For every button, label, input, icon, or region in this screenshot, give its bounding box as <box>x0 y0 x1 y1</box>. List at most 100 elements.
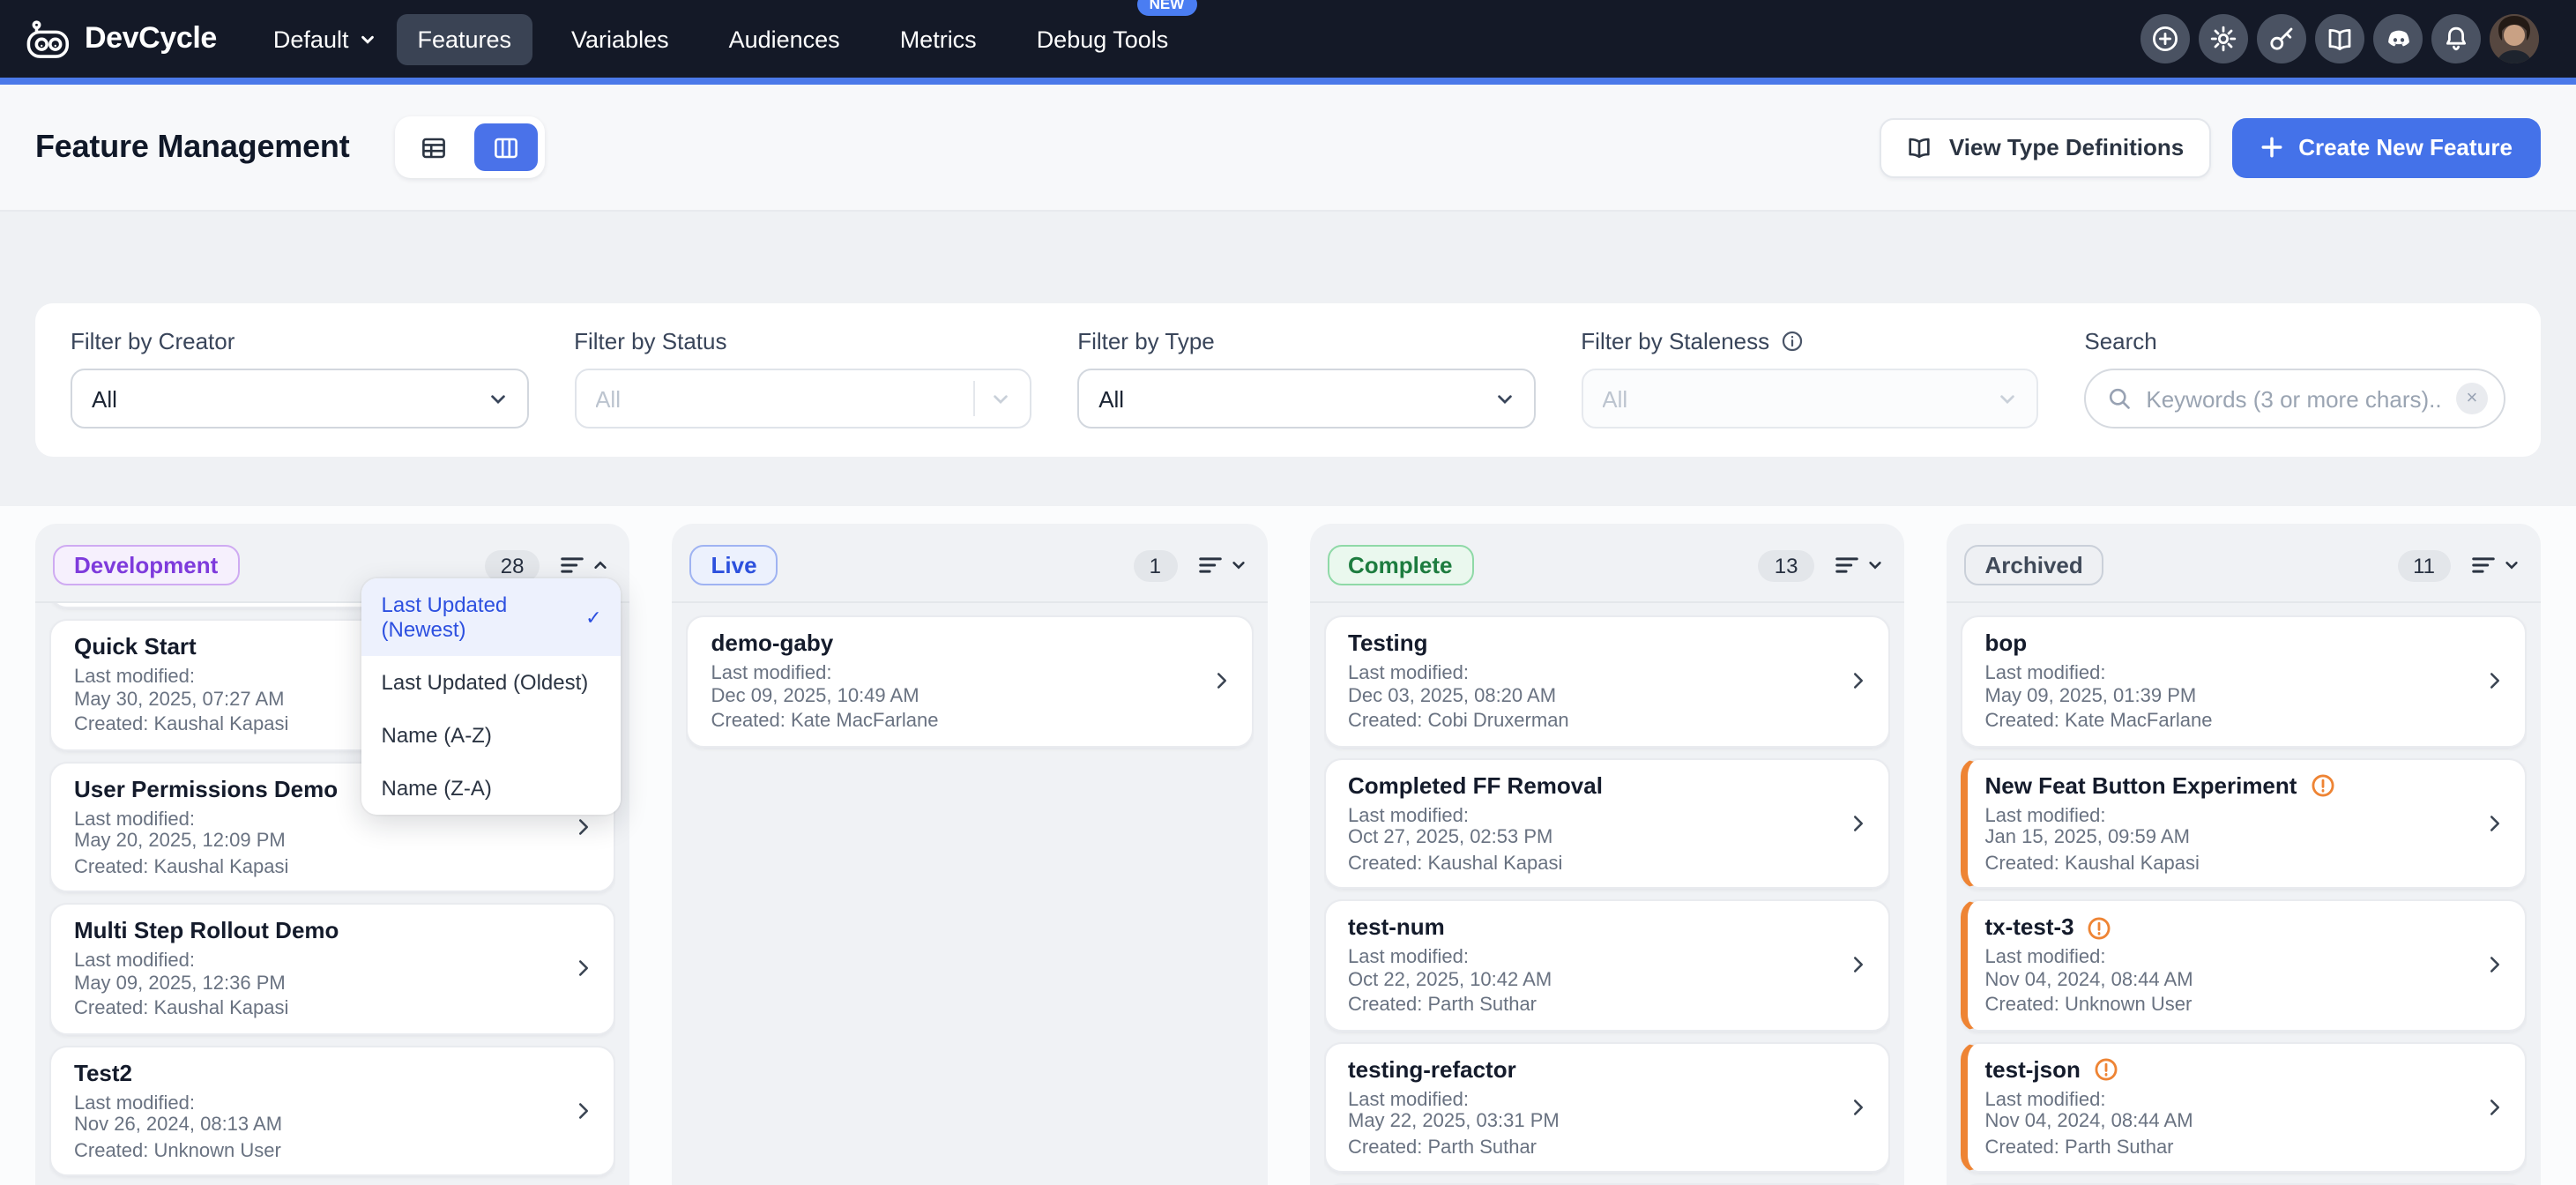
last-modified-label: Last modified: <box>1348 947 1835 969</box>
header-actions: View Type Definitions Create New Feature <box>1880 117 2541 177</box>
stale-warning-icon <box>2309 772 2335 799</box>
search-field: × <box>2084 369 2505 429</box>
sort-option-name-a-z[interactable]: Name (A-Z) <box>362 709 622 762</box>
view-toggle <box>396 116 546 178</box>
feature-card-title: User Permissions Demo <box>74 775 338 803</box>
feature-card[interactable]: bopLast modified:May 09, 2025, 01:39 PMC… <box>1961 615 2528 747</box>
sort-option-last-updated-oldest[interactable]: Last Updated (Oldest) <box>362 656 622 709</box>
last-modified-label: Last modified: <box>1348 663 1835 685</box>
created-by: Created: Unknown User <box>1985 995 2473 1017</box>
bell-icon[interactable] <box>2431 14 2481 63</box>
feature-card[interactable]: tx-test-3Last modified:Nov 04, 2024, 08:… <box>1961 899 2528 1031</box>
feature-card-title-row: Multi Step Rollout Demo <box>74 917 562 945</box>
user-avatar[interactable] <box>2490 14 2539 63</box>
gear-icon[interactable] <box>2199 14 2248 63</box>
filter-status-select[interactable]: All <box>574 369 1031 429</box>
status-badge: Live <box>690 545 778 585</box>
feature-card[interactable]: Multi Step Rollout DemoLast modified:May… <box>49 903 616 1034</box>
feature-card[interactable]: test-numLast modified:Oct 22, 2025, 10:4… <box>1323 899 1890 1031</box>
info-icon[interactable] <box>1780 330 1803 353</box>
plus-circle-icon[interactable] <box>2140 14 2190 63</box>
sort-lines-icon <box>560 552 586 578</box>
view-type-definitions-label: View Type Definitions <box>1949 134 2184 160</box>
nav-item-variables[interactable]: Variables <box>550 13 690 64</box>
nav-item-audiences[interactable]: Audiences <box>708 13 861 64</box>
book-icon <box>1907 134 1933 160</box>
page-header: Feature Management View Type Definitions <box>0 85 2576 212</box>
last-modified-date: Oct 27, 2025, 02:53 PM <box>1348 827 1835 849</box>
clear-search-icon[interactable]: × <box>2456 383 2488 414</box>
sort-option-label: Last Updated (Newest) <box>382 592 574 642</box>
project-selector-label: Default <box>273 26 349 52</box>
brand-name: DevCycle <box>85 21 217 56</box>
chevron-right-icon <box>2484 1097 2505 1118</box>
column-header: Live 1 <box>687 538 1254 601</box>
last-modified-date: May 20, 2025, 12:09 PM <box>74 831 562 853</box>
filter-status-value: All <box>595 385 621 412</box>
column-card-list: TestingLast modified:Dec 03, 2025, 08:20… <box>1323 603 1890 1185</box>
discord-icon[interactable] <box>2373 14 2423 63</box>
chevron-up-icon <box>593 557 609 573</box>
nav-item-features[interactable]: Features <box>396 13 532 64</box>
created-by: Created: Kate MacFarlane <box>711 711 1199 733</box>
select-divider <box>973 381 975 416</box>
accent-bar <box>0 78 2576 85</box>
created-by: Created: Parth Suthar <box>1348 1137 1835 1159</box>
search-label: Search <box>2084 328 2505 354</box>
app-root: DevCycle Default Features Variables Audien… <box>0 0 2576 1185</box>
feature-card[interactable]: demo-gabyLast modified:Dec 09, 2025, 10:… <box>687 615 1254 747</box>
book-icon[interactable] <box>2315 14 2364 63</box>
kanban-view-button[interactable] <box>475 123 539 171</box>
key-icon[interactable] <box>2257 14 2306 63</box>
sort-button[interactable] <box>556 548 613 582</box>
created-by: Created: Parth Suthar <box>1348 995 1835 1017</box>
feature-card[interactable]: New Feat Button Experiment Last modified:… <box>1961 757 2528 889</box>
feature-card-title-row: New Feat Button Experiment <box>1985 771 2473 800</box>
column-card-list: bopLast modified:May 09, 2025, 01:39 PMC… <box>1961 603 2528 1185</box>
filter-type-label: Filter by Type <box>1077 328 1535 354</box>
project-selector[interactable]: Default <box>252 13 397 64</box>
chevron-right-icon <box>574 816 595 838</box>
feature-count-badge: 1 <box>1134 549 1177 581</box>
nav-item-label: Variables <box>571 26 669 52</box>
sort-button[interactable] <box>1830 548 1887 582</box>
feature-count-badge: 13 <box>1759 549 1814 581</box>
feature-card-title: New Feat Button Experiment <box>1985 771 2297 800</box>
devcycle-robot-icon <box>25 19 72 59</box>
feature-card[interactable]: Completed FF RemovalLast modified:Oct 27… <box>1323 757 1890 889</box>
devcycle-logo[interactable]: DevCycle <box>25 19 217 59</box>
sort-option-last-updated-newest[interactable]: Last Updated (Newest)✓ <box>362 578 622 656</box>
last-modified-label: Last modified: <box>74 950 562 973</box>
sort-option-name-z-a[interactable]: Name (Z-A) <box>362 762 622 815</box>
create-new-feature-button[interactable]: Create New Feature <box>2231 117 2541 177</box>
view-type-definitions-button[interactable]: View Type Definitions <box>1880 117 2210 177</box>
feature-card[interactable]: test-jsonLast modified:Nov 04, 2024, 08:… <box>1961 1041 2528 1173</box>
filter-type-select[interactable]: All <box>1077 369 1535 429</box>
last-modified-label: Last modified: <box>1348 805 1835 827</box>
filter-staleness: Filter by Staleness All <box>1581 328 2038 429</box>
created-by: Created: Parth Suthar <box>1985 1137 2473 1159</box>
status-badge: Archived <box>1964 545 2104 585</box>
filter-status: Filter by Status All <box>574 328 1031 429</box>
nav-item-debug-tools[interactable]: Debug ToolsNEW <box>1016 13 1190 64</box>
feature-card[interactable]: TestingLast modified:Dec 03, 2025, 08:20… <box>1323 615 1890 747</box>
last-modified-label: Last modified: <box>74 1092 562 1114</box>
filter-type: Filter by Type All <box>1077 328 1535 429</box>
sort-button[interactable] <box>1193 548 1249 582</box>
table-view-button[interactable] <box>403 123 466 171</box>
filter-creator-select[interactable]: All <box>71 369 528 429</box>
nav-item-metrics[interactable]: Metrics <box>879 13 998 64</box>
feature-card-title: demo-gaby <box>711 630 834 658</box>
last-modified-label: Last modified: <box>1985 805 2473 827</box>
feature-card-title-row: tx-test-3 <box>1985 913 2473 942</box>
stale-warning-icon <box>2093 1056 2119 1083</box>
filter-staleness-select[interactable]: All <box>1581 369 2038 429</box>
last-modified-label: Last modified: <box>1985 947 2473 969</box>
sort-button[interactable] <box>2467 548 2523 582</box>
feature-card[interactable]: Test2Last modified:Nov 26, 2024, 08:13 A… <box>49 1045 616 1176</box>
plus-icon <box>2260 136 2282 159</box>
feature-card[interactable]: testing-refactorLast modified:May 22, 20… <box>1323 1041 1890 1173</box>
search-input[interactable] <box>2146 385 2442 412</box>
last-modified-date: Oct 22, 2025, 10:42 AM <box>1348 969 1835 991</box>
sort-dropdown-menu: Last Updated (Newest)✓Last Updated (Olde… <box>362 578 622 815</box>
